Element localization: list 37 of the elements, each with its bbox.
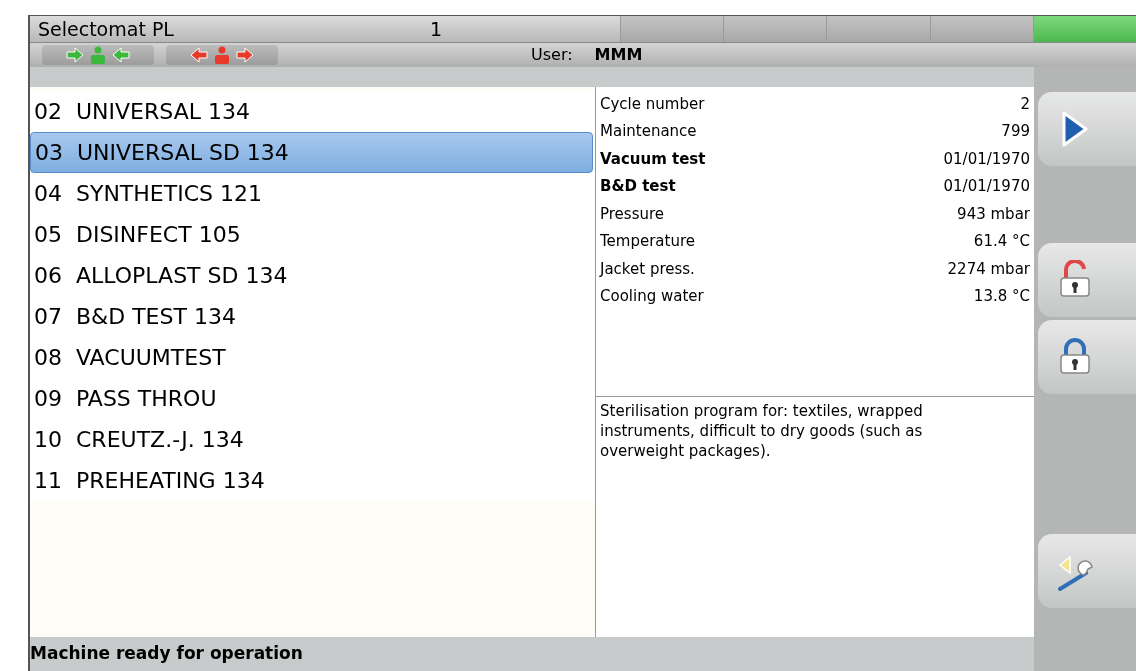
- program-item[interactable]: 09 PASS THROU: [30, 378, 595, 419]
- user-name: MMM: [594, 44, 643, 66]
- program-item[interactable]: 03 UNIVERSAL SD 134: [30, 132, 593, 173]
- info-label: Vacuum test: [600, 148, 706, 170]
- start-button[interactable]: [1038, 92, 1136, 166]
- service-button[interactable]: [1038, 534, 1136, 608]
- program-item[interactable]: 10 CREUTZ.-J. 134: [30, 419, 595, 460]
- info-label: Temperature: [600, 231, 696, 252]
- door-button[interactable]: [166, 45, 278, 65]
- window-title: Selectomat PL: [37, 16, 175, 42]
- info-label: Jacket press.: [600, 258, 695, 280]
- info-value: 2: [1020, 93, 1030, 115]
- info-value: 01/01/1970: [943, 148, 1030, 170]
- unit-number: 1: [430, 16, 444, 42]
- info-label: Cooling water: [600, 286, 704, 307]
- info-label: Pressure: [600, 203, 665, 225]
- user-label: User:: [531, 44, 573, 66]
- info-label: B&D test: [600, 176, 676, 197]
- program-item[interactable]: 11 PREHEATING 134: [30, 460, 595, 501]
- info-value: 01/01/1970: [943, 176, 1030, 197]
- program-item[interactable]: 04 SYNTHETICS 121: [30, 173, 595, 214]
- program-description: Sterilisation program for: textiles, wrapped instruments, difficult to dry goods (such as overweight packages).: [600, 401, 924, 461]
- program-item[interactable]: 05 DISINFECT 105: [30, 214, 595, 255]
- lock-button[interactable]: [1038, 320, 1136, 394]
- info-value: 799: [1001, 121, 1030, 142]
- info-value: 61.4 °C: [973, 231, 1030, 252]
- program-item[interactable]: 02 UNIVERSAL 134: [30, 91, 595, 132]
- status-message: Machine ready for operation: [30, 642, 303, 666]
- program-item[interactable]: 08 VACUUMTEST: [30, 337, 595, 378]
- info-label: Cycle number: [600, 93, 705, 115]
- program-item[interactable]: 06 ALLOPLAST SD 134: [30, 255, 595, 296]
- program-item[interactable]: 07 B&D TEST 134: [30, 296, 595, 337]
- info-value: 2274 mbar: [947, 258, 1030, 280]
- info-value: 943 mbar: [957, 203, 1030, 225]
- info-value: 13.8 °C: [973, 286, 1030, 307]
- info-label: Maintenance: [600, 121, 697, 142]
- unlock-button[interactable]: [1038, 243, 1136, 317]
